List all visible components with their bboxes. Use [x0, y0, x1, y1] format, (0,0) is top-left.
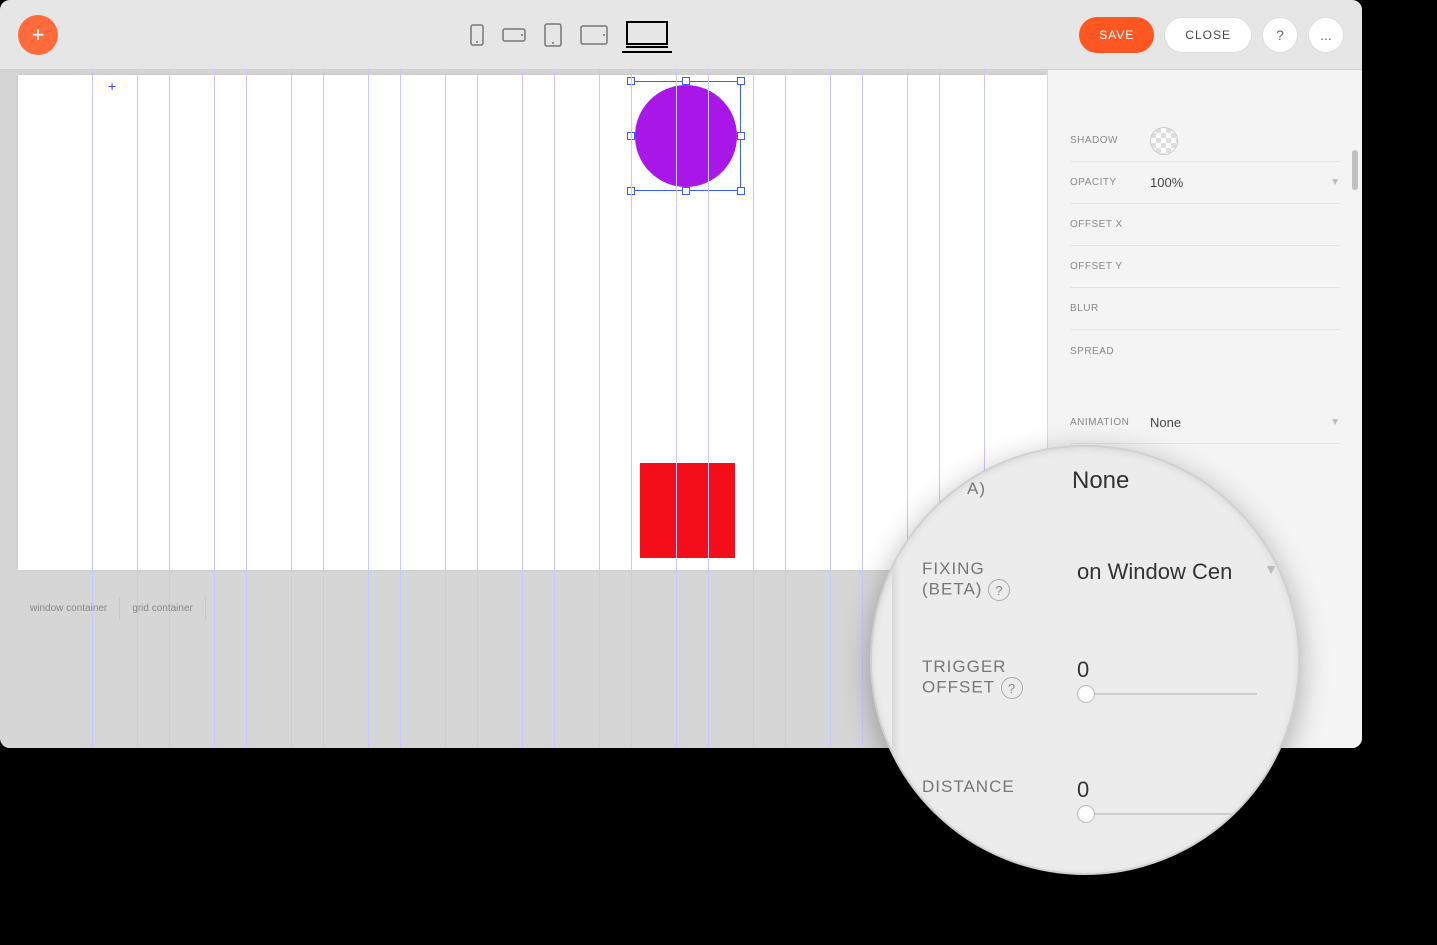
resize-handle-bl[interactable] [627, 187, 635, 195]
property-blur[interactable]: BLUR [1070, 288, 1340, 330]
resize-handle-bm[interactable] [682, 187, 690, 195]
red-square-shape[interactable] [640, 463, 735, 558]
device-phone-portrait[interactable] [466, 20, 488, 50]
device-phone-landscape[interactable] [498, 24, 530, 46]
property-offset-y[interactable]: OFFSET Y [1070, 246, 1340, 288]
shadow-label: SHADOW [1070, 135, 1150, 146]
distance-slider[interactable] [1077, 813, 1257, 815]
more-button[interactable]: ... [1308, 17, 1344, 53]
selection-outline [631, 81, 741, 191]
device-switcher [466, 17, 672, 53]
blur-label: BLUR [1070, 303, 1150, 314]
panel-scrollbar[interactable] [1352, 150, 1358, 190]
chevron-down-icon: ▼ [1330, 417, 1340, 428]
property-fixing[interactable]: FIXING (BETA)? on Window Cen ▼ [922, 559, 1268, 601]
resize-handle-tl[interactable] [627, 77, 635, 85]
close-button[interactable]: CLOSE [1164, 17, 1252, 53]
add-button[interactable]: + [18, 15, 58, 55]
selected-element[interactable] [631, 81, 741, 191]
opacity-label: OPACITY [1070, 177, 1150, 188]
slider-thumb[interactable] [1077, 685, 1095, 703]
offsetx-label: OFFSET X [1070, 219, 1150, 230]
top-toolbar: + SAVE CLOSE ? ... [0, 0, 1362, 70]
trigger-offset-slider[interactable] [1077, 693, 1257, 695]
distance-value: 0 [1077, 777, 1268, 803]
breadcrumb-item[interactable]: window container [18, 597, 120, 620]
plus-icon: + [32, 22, 45, 48]
trigger-offset-value: 0 [1077, 657, 1268, 683]
resize-handle-tr[interactable] [737, 77, 745, 85]
help-button[interactable]: ? [1262, 17, 1298, 53]
opacity-value: 100% [1150, 175, 1183, 190]
resize-handle-br[interactable] [737, 187, 745, 195]
animation-value: None [1150, 415, 1181, 430]
device-desktop[interactable] [622, 17, 672, 53]
resize-handle-tm[interactable] [682, 77, 690, 85]
property-spread[interactable]: SPREAD [1070, 330, 1340, 372]
zoom-magnifier: None ▼ A) FIXING (BETA)? on Window Cen ▼… [870, 445, 1300, 875]
property-animation[interactable]: ANIMATION None ▼ [1070, 402, 1340, 444]
device-tablet-landscape[interactable] [576, 21, 612, 49]
chevron-down-icon: ▼ [1264, 561, 1278, 577]
device-tablet-portrait[interactable] [540, 19, 566, 51]
property-shadow: SHADOW [1070, 120, 1340, 162]
save-button[interactable]: SAVE [1079, 17, 1154, 53]
chevron-down-icon: ▼ [1254, 517, 1268, 533]
chevron-down-icon: ▼ [1330, 177, 1340, 188]
spread-label: SPREAD [1070, 346, 1150, 357]
fixing-label2: (BETA)? [922, 579, 1077, 601]
animation-value-zoom: None [1072, 467, 1129, 495]
magnifier-content: None ▼ A) FIXING (BETA)? on Window Cen ▼… [872, 447, 1298, 873]
toolbar-actions: SAVE CLOSE ? ... [1079, 17, 1344, 53]
slider-thumb[interactable] [1077, 805, 1095, 823]
origin-marker-icon: + [108, 78, 116, 94]
resize-handle-ml[interactable] [627, 132, 635, 140]
animation-label: ANIMATION [1070, 417, 1150, 428]
property-opacity[interactable]: OPACITY 100% ▼ [1070, 162, 1340, 204]
partial-label: A) [967, 479, 986, 499]
distance-label: DISTANCE [922, 777, 1077, 797]
fixing-label: FIXING [922, 559, 1077, 579]
resize-handle-mr[interactable] [737, 132, 745, 140]
property-distance[interactable]: DISTANCE 0 [922, 777, 1268, 815]
help-icon[interactable]: ? [1001, 677, 1023, 699]
trigger-label: TRIGGER [922, 657, 1077, 677]
offsety-label: OFFSET Y [1070, 261, 1150, 272]
breadcrumb: window container grid container [18, 597, 206, 620]
breadcrumb-item[interactable]: grid container [120, 597, 206, 620]
trigger-label2: OFFSET? [922, 677, 1077, 699]
fixing-value: on Window Cen [1077, 559, 1268, 585]
property-offset-x[interactable]: OFFSET X [1070, 204, 1340, 246]
help-icon[interactable]: ? [988, 579, 1010, 601]
shadow-color-swatch[interactable] [1150, 127, 1178, 155]
property-trigger-offset[interactable]: TRIGGER OFFSET? 0 [922, 657, 1268, 699]
